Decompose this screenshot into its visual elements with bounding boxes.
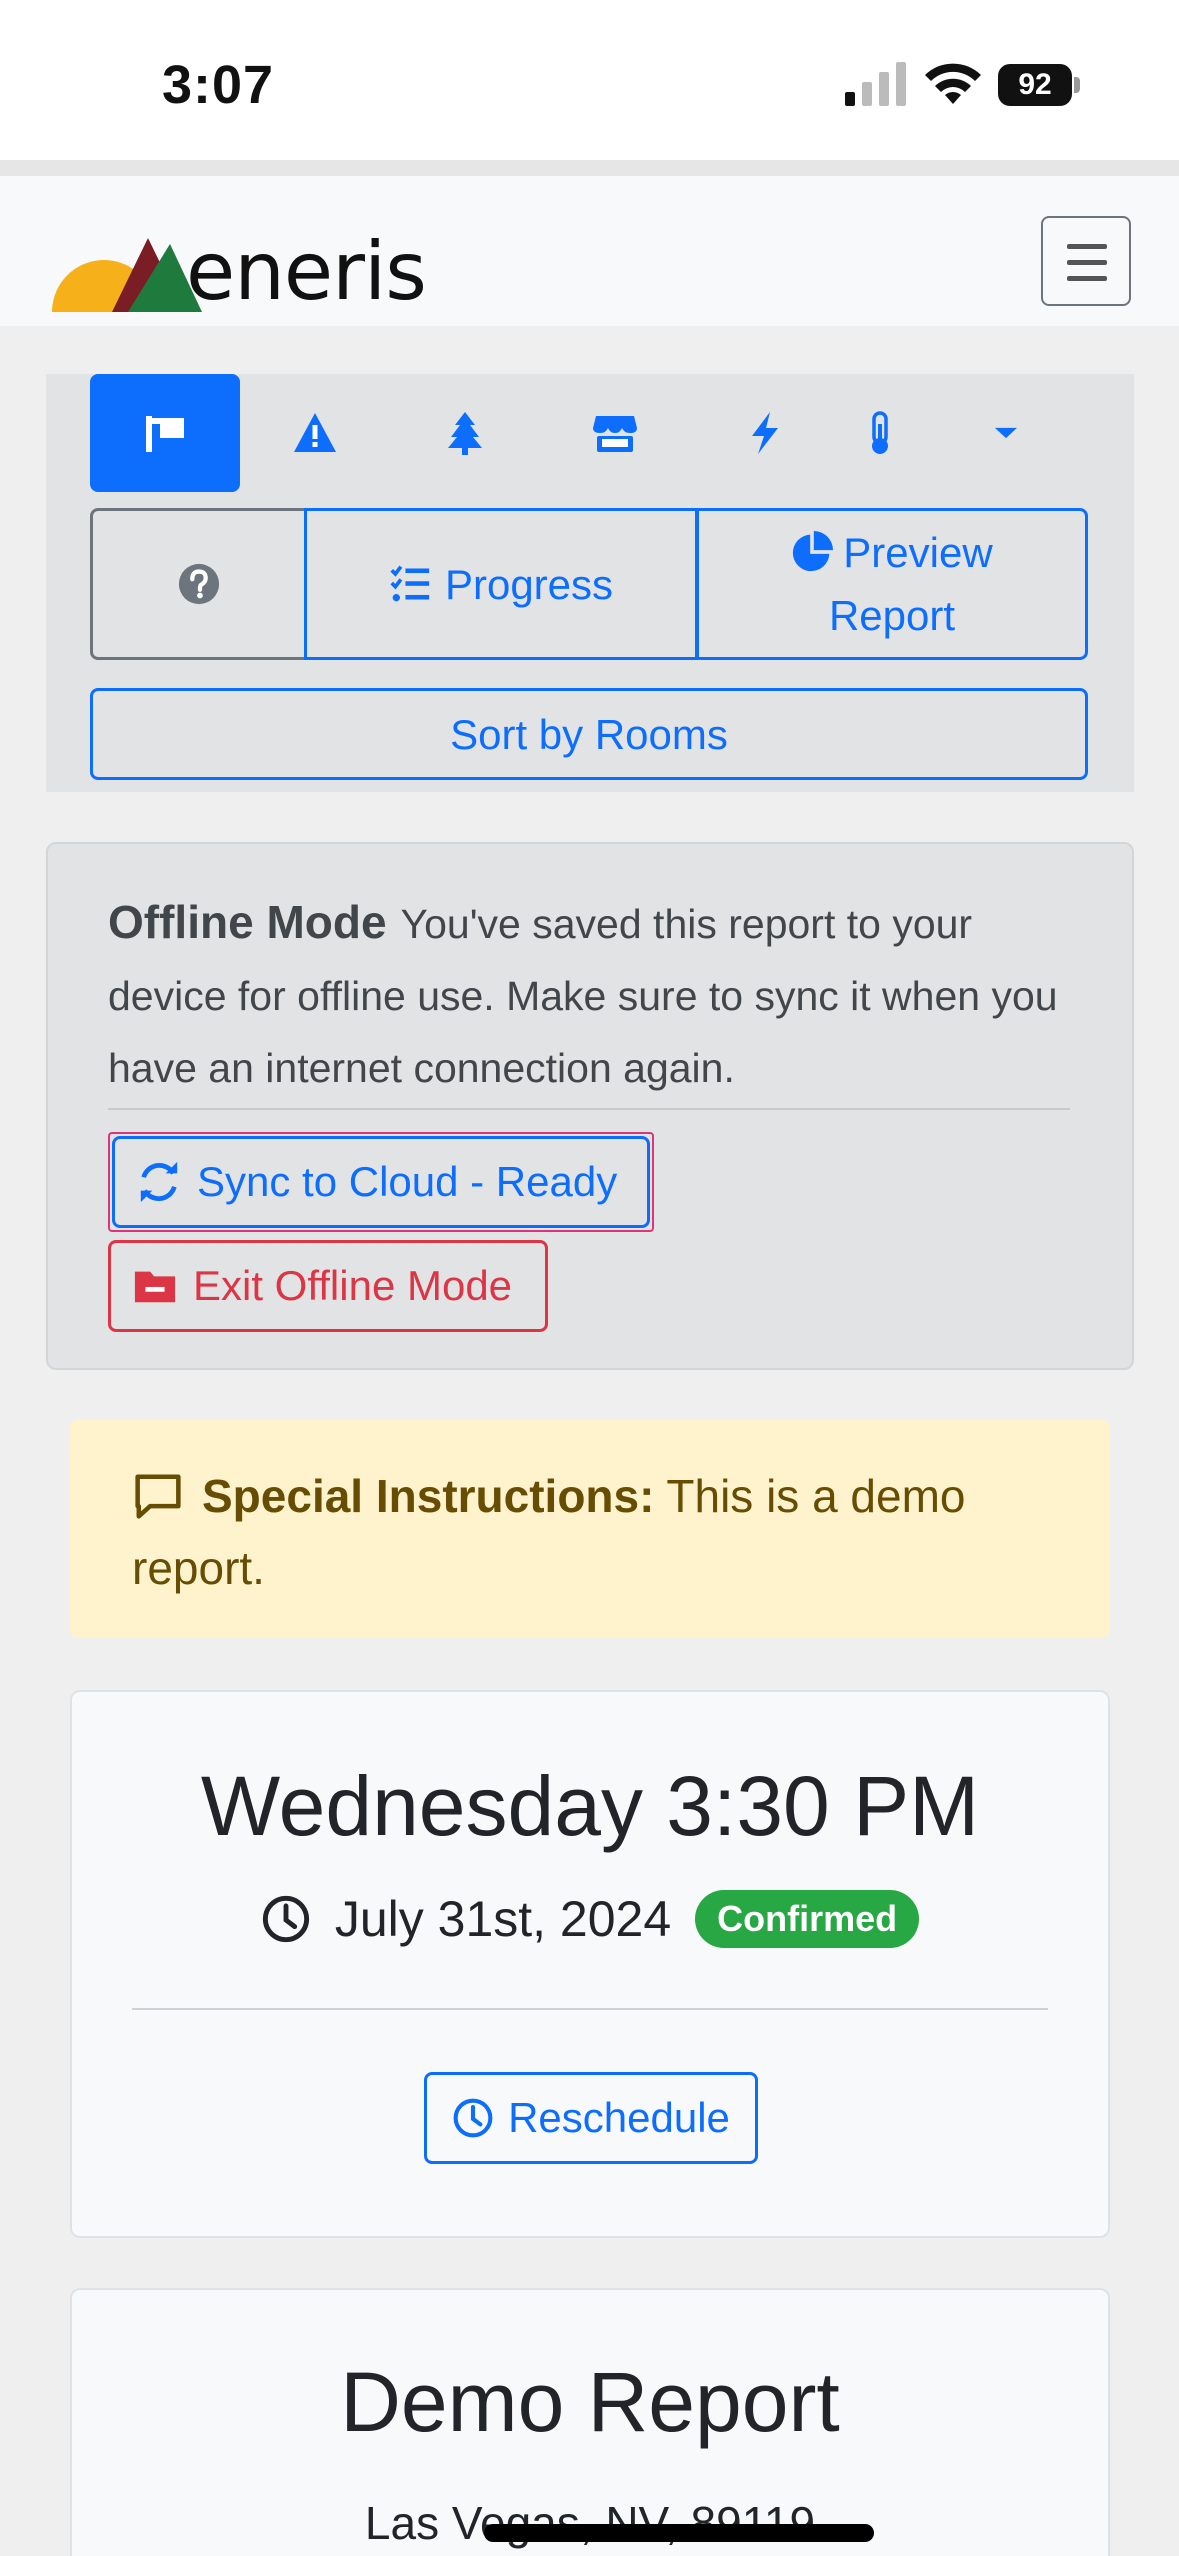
help-button[interactable] (90, 508, 304, 660)
preview-label: Preview Report (739, 521, 1045, 647)
sync-icon (140, 1161, 178, 1203)
instructions-text: Special Instructions: This is a demo rep… (132, 1460, 1082, 1604)
status-badge: Confirmed (695, 1890, 920, 1948)
reschedule-button[interactable]: Reschedule (424, 2072, 758, 2164)
preview-report-button[interactable]: Preview Report (696, 508, 1088, 660)
tab-flag[interactable] (90, 374, 240, 492)
tab-store[interactable] (540, 374, 690, 492)
offline-heading: Offline Mode (108, 896, 387, 948)
report-card: Demo Report Las Vegas, NV, 89119 (70, 2288, 1110, 2556)
reschedule-label: Reschedule (508, 2094, 730, 2141)
report-toolbar: Progress Preview Report Sort by Rooms (46, 374, 1134, 792)
divider (132, 2008, 1048, 2010)
divider (0, 160, 1179, 176)
battery-level: 92 (998, 64, 1072, 106)
exit-offline-mode-button[interactable]: Exit Offline Mode (108, 1240, 548, 1332)
offline-text: Offline Mode You've saved this report to … (108, 886, 1098, 1104)
progress-label: Progress (444, 560, 614, 608)
cellular-signal-icon (845, 62, 906, 106)
redaction-bar (484, 2524, 874, 2542)
clock-icon (453, 2098, 493, 2138)
progress-button[interactable]: Progress (304, 508, 698, 660)
tree-icon (448, 412, 482, 455)
appointment-date-row: July 31st, 2024 Confirmed (72, 1890, 1108, 1948)
special-instructions-alert: Special Instructions: This is a demo rep… (70, 1420, 1110, 1638)
tab-tree[interactable] (390, 374, 540, 492)
tab-warning[interactable] (240, 374, 390, 492)
tab-more-dropdown[interactable] (946, 374, 1066, 492)
sort-by-rooms-button[interactable]: Sort by Rooms (90, 688, 1088, 780)
report-title: Demo Report (340, 2355, 840, 2449)
store-icon (593, 416, 637, 452)
bolt-icon (752, 412, 778, 454)
thermometer-icon (872, 411, 888, 454)
logo-text: eneris (186, 225, 427, 318)
appointment-card: Wednesday 3:30 PM July 31st, 2024 Confir… (70, 1690, 1110, 2238)
status-time: 3:07 (162, 55, 275, 115)
tab-temperature[interactable] (820, 374, 940, 492)
sync-label: Sync to Cloud - Ready (197, 1158, 618, 1205)
battery-icon: 92 (998, 64, 1080, 106)
navbar: eneris (0, 176, 1179, 326)
warning-icon (294, 413, 336, 452)
flag-icon (146, 416, 184, 452)
status-bar: 3:07 92 (0, 0, 1179, 160)
folder-minus-icon (134, 1271, 176, 1303)
logo-mark (52, 238, 202, 312)
comment-icon (135, 1474, 181, 1519)
appointment-date: July 31st, 2024 (334, 1891, 672, 1947)
caret-down-icon (994, 427, 1018, 439)
offline-mode-alert: Offline Mode You've saved this report to … (46, 842, 1134, 1370)
divider (108, 1108, 1070, 1110)
menu-button[interactable] (1041, 216, 1131, 306)
instructions-label: Special Instructions: (202, 1470, 655, 1522)
sync-to-cloud-button[interactable]: Sync to Cloud - Ready (112, 1136, 650, 1228)
tab-electric[interactable] (690, 374, 840, 492)
question-circle-icon (178, 563, 219, 605)
wifi-icon (925, 63, 981, 104)
clock-icon (262, 1895, 309, 1943)
exit-label: Exit Offline Mode (193, 1262, 513, 1309)
appointment-title: Wednesday 3:30 PM (200, 1759, 980, 1853)
pie-chart-icon (793, 531, 834, 572)
tasks-list-icon (390, 565, 430, 602)
